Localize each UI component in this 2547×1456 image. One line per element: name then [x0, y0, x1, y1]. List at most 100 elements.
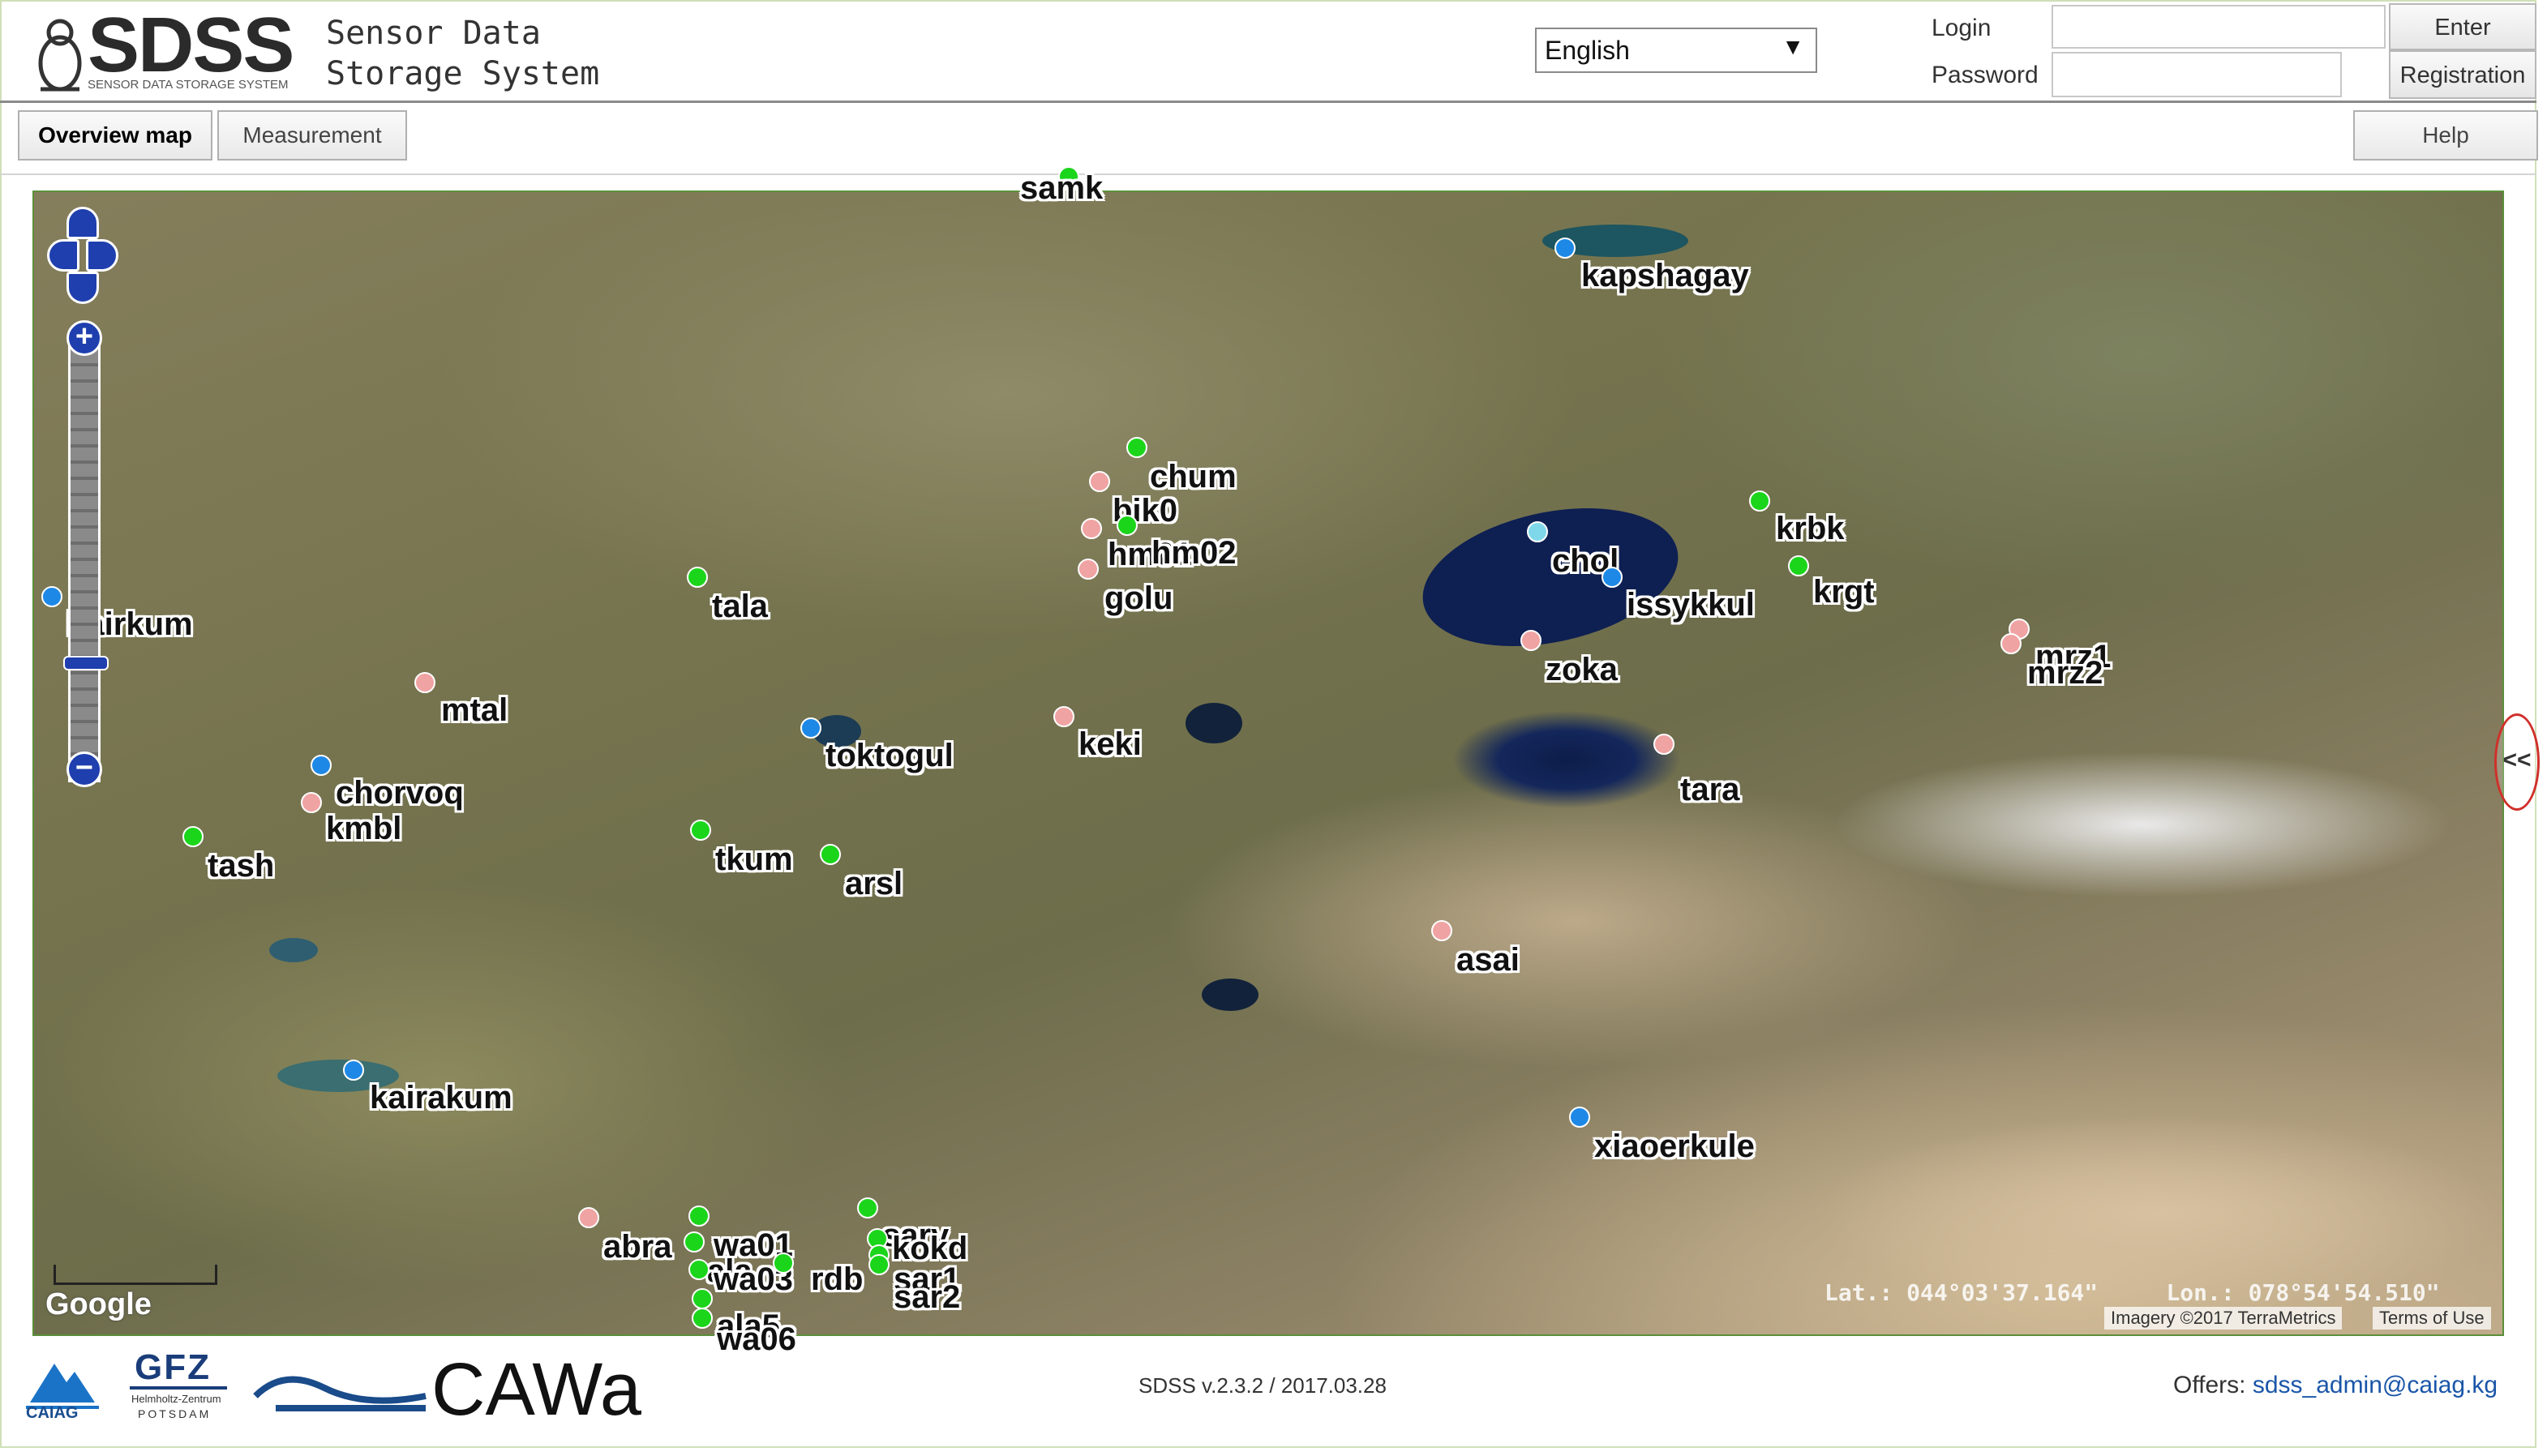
station-marker-ala[interactable]	[684, 1231, 705, 1253]
station-label-sar2[interactable]: sar2	[894, 1279, 960, 1316]
help-button[interactable]: Help	[2353, 110, 2538, 161]
station-label-mtal[interactable]: mtal	[441, 692, 508, 729]
station-marker-wa01[interactable]	[688, 1205, 710, 1227]
station-marker-arsl[interactable]	[820, 844, 841, 865]
station-label-krbk[interactable]: krbk	[1776, 511, 1845, 547]
tab-overview-map[interactable]: Overview map	[18, 110, 212, 161]
station-marker-bik0[interactable]	[1089, 471, 1110, 492]
pan-left-icon[interactable]	[47, 239, 79, 272]
enter-button[interactable]: Enter	[2389, 3, 2536, 50]
station-label-tkum[interactable]: tkum	[715, 841, 793, 878]
station-label-tara[interactable]: tara	[1680, 772, 1739, 808]
registration-button[interactable]: Registration	[2389, 50, 2536, 99]
station-label-chorvoq[interactable]: chorvoq	[336, 775, 464, 812]
station-marker-wa06[interactable]	[692, 1308, 713, 1329]
station-label-keki[interactable]: keki	[1078, 726, 1142, 763]
station-marker-issykkul[interactable]	[1602, 567, 1623, 588]
version-text: SDSS v.2.3.2 / 2017.03.28	[1138, 1373, 1387, 1398]
station-marker-tala[interactable]	[687, 567, 708, 588]
station-marker-sary[interactable]	[857, 1197, 878, 1218]
station-marker-hm01[interactable]	[1081, 518, 1102, 539]
pan-down-icon[interactable]	[66, 272, 99, 304]
station-marker-rdb[interactable]	[773, 1253, 794, 1274]
station-marker-kapshagay[interactable]	[1554, 238, 1576, 259]
station-label-golu[interactable]: golu	[1104, 580, 1173, 617]
station-label-samk[interactable]: samk	[1020, 170, 1103, 207]
station-label-kmbl[interactable]: kmbl	[326, 811, 401, 847]
cawa-wave-icon	[253, 1376, 427, 1411]
station-marker-hm02[interactable]	[1117, 515, 1138, 536]
station-label-hm02[interactable]: hm02	[1151, 535, 1237, 572]
station-marker-kmbl[interactable]	[301, 792, 322, 813]
station-marker-toktogul[interactable]	[800, 717, 821, 739]
station-label-krgt[interactable]: krgt	[1813, 574, 1875, 610]
longitude-readout: Lon.: 078°54'54.510"	[2166, 1279, 2440, 1306]
station-label-mrz2[interactable]: mrz2	[2027, 655, 2103, 692]
station-label-rdb[interactable]: rdb	[811, 1261, 863, 1298]
station-label-kairakum[interactable]: kairakum	[370, 1080, 512, 1116]
latitude-readout: Lat.: 044°03'37.164"	[1824, 1279, 2099, 1306]
pan-right-icon[interactable]	[86, 239, 118, 272]
google-logo: Google	[45, 1287, 152, 1321]
station-marker-kairakum[interactable]	[343, 1060, 364, 1081]
station-marker-ala5[interactable]	[692, 1288, 713, 1309]
station-marker-sar2[interactable]	[868, 1254, 890, 1275]
language-select[interactable]: English ▼	[1535, 28, 1817, 73]
station-marker-wa03[interactable]	[688, 1259, 710, 1280]
station-marker-keki[interactable]	[1053, 706, 1074, 727]
app-title-line2: Storage System	[326, 55, 600, 92]
station-marker-tkum[interactable]	[690, 820, 711, 841]
station-marker-krgt[interactable]	[1788, 555, 1809, 576]
zoom-out-icon[interactable]: −	[66, 752, 102, 787]
station-marker-xiaoerkule[interactable]	[1569, 1107, 1590, 1128]
gfz-text: GFZ	[135, 1347, 211, 1387]
zoom-in-icon[interactable]: +	[66, 320, 102, 356]
station-marker-chum[interactable]	[1126, 437, 1147, 458]
overview-map[interactable]	[32, 191, 2504, 1336]
logo: SDSS	[88, 2, 294, 88]
gfz-subtitle: Helmholtz-Zentrum	[131, 1393, 221, 1405]
station-marker-asai[interactable]	[1431, 920, 1452, 941]
zoom-slider-handle[interactable]	[63, 656, 109, 670]
station-label-kapshagay[interactable]: kapshagay	[1581, 258, 1749, 294]
pan-up-icon[interactable]	[66, 207, 99, 239]
station-label-toktogul[interactable]: toktogul	[825, 738, 954, 774]
cawa-logo: CAWa	[251, 1347, 673, 1431]
terms-of-use-link[interactable]: Terms of Use	[2373, 1307, 2491, 1330]
station-label-abra[interactable]: abra	[603, 1229, 672, 1265]
station-label-tash[interactable]: tash	[208, 848, 274, 884]
lake-songkol	[1186, 703, 1242, 743]
station-marker-abra[interactable]	[578, 1207, 599, 1228]
station-label-chum[interactable]: chum	[1150, 459, 1237, 495]
gfz-logo: GFZ Helmholtz-Zentrum POTSDAM	[122, 1346, 235, 1427]
offers-email-link[interactable]: sdss_admin@caiag.kg	[2253, 1372, 2498, 1398]
station-marker-mtal[interactable]	[414, 672, 435, 693]
station-label-asai[interactable]: asai	[1456, 942, 1520, 979]
station-marker-tash[interactable]	[182, 826, 204, 847]
pan-zoom-control[interactable]: + −	[47, 207, 120, 790]
zoom-slider[interactable]	[68, 345, 101, 782]
station-label-zoka[interactable]: zoka	[1546, 652, 1618, 688]
tab-measurement[interactable]: Measurement	[217, 110, 407, 161]
login-label: Login	[1932, 15, 1992, 41]
station-marker-chorvoq[interactable]	[311, 755, 332, 776]
station-label-tala[interactable]: tala	[712, 589, 768, 625]
station-marker-golu[interactable]	[1078, 559, 1099, 580]
lake-issykkul	[1409, 486, 1692, 668]
station-marker-chol[interactable]	[1527, 521, 1548, 542]
station-label-wa06[interactable]: wa06	[717, 1321, 796, 1358]
station-label-arsl[interactable]: arsl	[845, 866, 903, 902]
password-input[interactable]	[2052, 52, 2342, 97]
station-label-issykkul[interactable]: issykkul	[1627, 587, 1755, 623]
login-input[interactable]	[2052, 5, 2386, 49]
station-marker-tara[interactable]	[1653, 734, 1674, 755]
station-label-xiaoerkule[interactable]: xiaoerkule	[1594, 1128, 1755, 1165]
coordinate-readout: Lat.: 044°03'37.164" Lon.: 078°54'54.510…	[1824, 1279, 2440, 1306]
station-marker-mrz2[interactable]	[2000, 633, 2022, 654]
station-marker-zoka[interactable]	[1520, 630, 1541, 651]
logo-subtitle: SENSOR DATA STORAGE SYSTEM	[88, 78, 289, 92]
caiag-logo: CAIAG	[18, 1346, 107, 1427]
collapse-panel-button[interactable]: <<	[2494, 713, 2540, 811]
station-marker-krbk[interactable]	[1749, 490, 1770, 512]
offers-contact: Offers: sdss_admin@caiag.kg	[2173, 1372, 2498, 1399]
